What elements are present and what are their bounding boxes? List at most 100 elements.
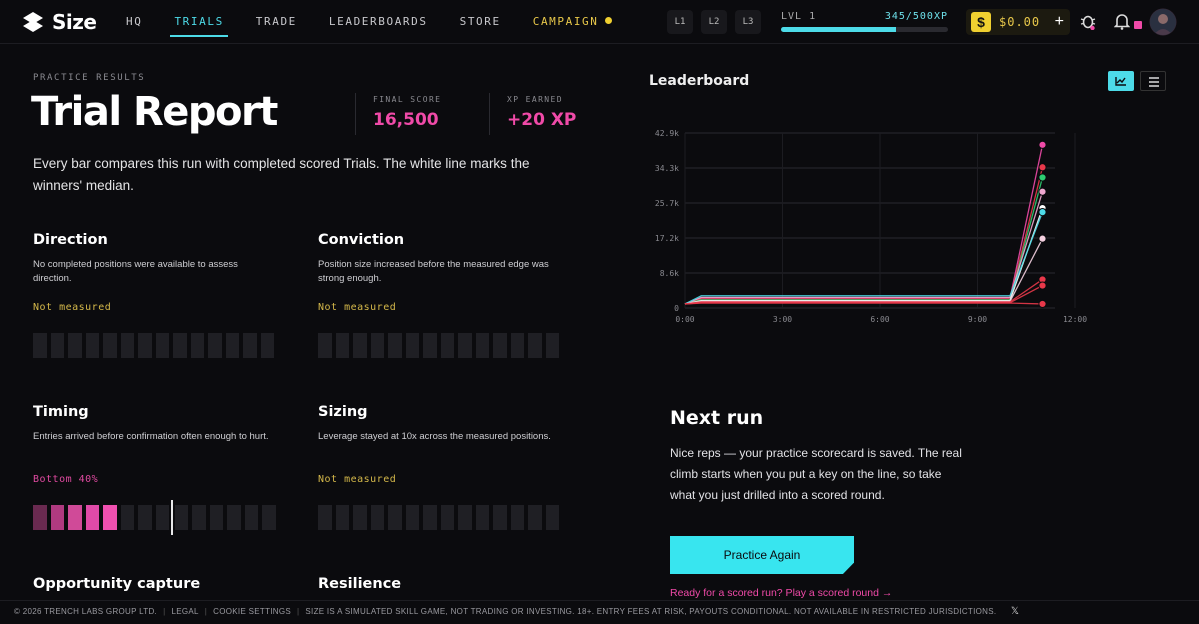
- footer-separator: |: [204, 607, 208, 616]
- series-line: [684, 191, 1044, 305]
- bug-icon[interactable]: [1080, 12, 1096, 30]
- level-button-1[interactable]: L1: [667, 10, 693, 34]
- logo[interactable]: Size: [20, 9, 97, 35]
- score-bar: [388, 505, 402, 530]
- report-intro: Every bar compares this run with complet…: [33, 156, 530, 193]
- score-bar: [244, 505, 258, 530]
- series-end-point: [1038, 234, 1047, 243]
- metric-bars: [33, 333, 274, 358]
- score-bar: [335, 333, 349, 358]
- footer-cookie-link[interactable]: COOKIE SETTINGS: [213, 607, 291, 616]
- list-view-button[interactable]: [1140, 71, 1166, 91]
- score-bar: [335, 505, 349, 530]
- metric-bars: [33, 500, 276, 535]
- metric-status: Not measured: [33, 302, 112, 313]
- footer-separator: |: [297, 607, 300, 616]
- score-bar: [260, 333, 274, 358]
- metric-status: Not measured: [318, 302, 397, 313]
- metric-title: Timing: [33, 404, 89, 420]
- next-run-body: Nice reps — your practice scorecard is s…: [670, 446, 962, 502]
- nav-campaign-label: CAMPAIGN: [532, 15, 599, 28]
- y-tick-label: 42.9k: [655, 129, 679, 138]
- metric-bars: [318, 505, 559, 530]
- score-bar: [173, 333, 187, 358]
- median-marker: [171, 500, 173, 535]
- practice-again-button[interactable]: Practice Again: [670, 536, 854, 574]
- footer-separator: |: [163, 607, 166, 616]
- nav-leaderboards[interactable]: LEADERBOARDS: [313, 0, 444, 44]
- series-line: [684, 207, 1044, 305]
- nav-trials[interactable]: TRIALS: [158, 0, 239, 44]
- add-funds-button[interactable]: +: [1055, 13, 1064, 31]
- series-line: [684, 238, 1044, 305]
- series-end-point: [1038, 187, 1047, 196]
- wallet[interactable]: $ $0.00 +: [966, 9, 1070, 35]
- page-title: Trial Report: [31, 89, 278, 135]
- nav-trade[interactable]: TRADE: [240, 0, 313, 44]
- score-bar: [510, 333, 524, 358]
- metric-title: Sizing: [318, 404, 368, 420]
- nav-store[interactable]: STORE: [444, 0, 517, 44]
- y-tick-label: 17.2k: [655, 234, 679, 243]
- score-bar: [493, 505, 507, 530]
- score-bar: [353, 505, 367, 530]
- metric-status: Not measured: [318, 474, 397, 485]
- score-bar: [423, 505, 437, 530]
- score-bar: [243, 333, 257, 358]
- chart-icon: [1115, 77, 1126, 86]
- footer-legal-link[interactable]: LEGAL: [171, 607, 198, 616]
- score-bar: [370, 333, 384, 358]
- score-bar: [138, 505, 152, 530]
- side-panel: Leaderboard 0 8.6k 17.2k 25.7k 34.3k 42.9k 0:0…: [640, 45, 1180, 605]
- metric-sizing: Sizing Leverage stayed at 10x across the…: [318, 404, 563, 530]
- score-bar: [475, 505, 489, 530]
- metric-status: Bottom 40%: [33, 474, 99, 485]
- dollar-icon: $: [971, 12, 991, 32]
- xp-earned-value: +20 XP: [507, 110, 577, 130]
- chart-view-button[interactable]: [1108, 71, 1134, 91]
- level-button-2[interactable]: L2: [701, 10, 727, 34]
- main-nav: HQ TRIALS TRADE LEADERBOARDS STORE CAMPA…: [110, 0, 628, 44]
- level-button-3[interactable]: L3: [735, 10, 761, 34]
- leaderboard-chart: 0 8.6k 17.2k 25.7k 34.3k 42.9k 0:00 3:00 6:00 9:0…: [655, 129, 1087, 324]
- nav-hq[interactable]: HQ: [110, 0, 158, 44]
- score-bar: [33, 333, 47, 358]
- y-tick-label: 25.7k: [655, 199, 679, 208]
- series-end-point: [1038, 163, 1047, 172]
- x-tick-label: 9:00: [968, 315, 987, 324]
- series-end-point: [1038, 208, 1047, 217]
- metric-desc: Leverage stayed at 10x across the measur…: [318, 431, 551, 442]
- score-bar: [545, 505, 559, 530]
- score-bar: [208, 333, 222, 358]
- footer-copyright: © 2026 TRENCH LABS GROUP LTD.: [14, 607, 158, 616]
- bell-icon[interactable]: [1114, 12, 1130, 30]
- score-bar: [33, 505, 47, 530]
- score-bar: [68, 333, 82, 358]
- footer-disclaimer: SIZE IS A SIMULATED SKILL GAME, NOT TRAD…: [305, 607, 997, 616]
- x-icon[interactable]: 𝕏: [1011, 606, 1019, 617]
- metric-title: Conviction: [318, 232, 405, 248]
- series-line: [684, 144, 1044, 305]
- metric-desc: Position size increased before the measu…: [318, 259, 549, 284]
- leaderboard-title: Leaderboard: [649, 73, 750, 89]
- score-bar: [209, 505, 223, 530]
- final-score-stat: FINAL SCORE 16,500: [355, 93, 441, 135]
- score-bar: [318, 333, 332, 358]
- xp-earned-label: XP EARNED: [507, 95, 563, 104]
- series-line: [684, 167, 1044, 305]
- notification-badge: [1134, 21, 1142, 29]
- x-tick-label: 0:00: [675, 315, 694, 324]
- metric-bars: [318, 333, 559, 358]
- campaign-dot-icon: [604, 17, 612, 24]
- scored-round-link[interactable]: Ready for a scored run? Play a scored ro…: [670, 587, 892, 599]
- score-bar: [227, 505, 241, 530]
- avatar[interactable]: [1149, 8, 1177, 36]
- score-bar: [405, 505, 419, 530]
- nav-campaign[interactable]: CAMPAIGN: [517, 0, 628, 44]
- score-bar: [138, 333, 152, 358]
- score-bar: [50, 333, 64, 358]
- score-bar: [528, 505, 542, 530]
- score-bar: [225, 333, 239, 358]
- metric-desc: Entries arrived before confirmation ofte…: [33, 431, 269, 442]
- score-bar: [440, 505, 454, 530]
